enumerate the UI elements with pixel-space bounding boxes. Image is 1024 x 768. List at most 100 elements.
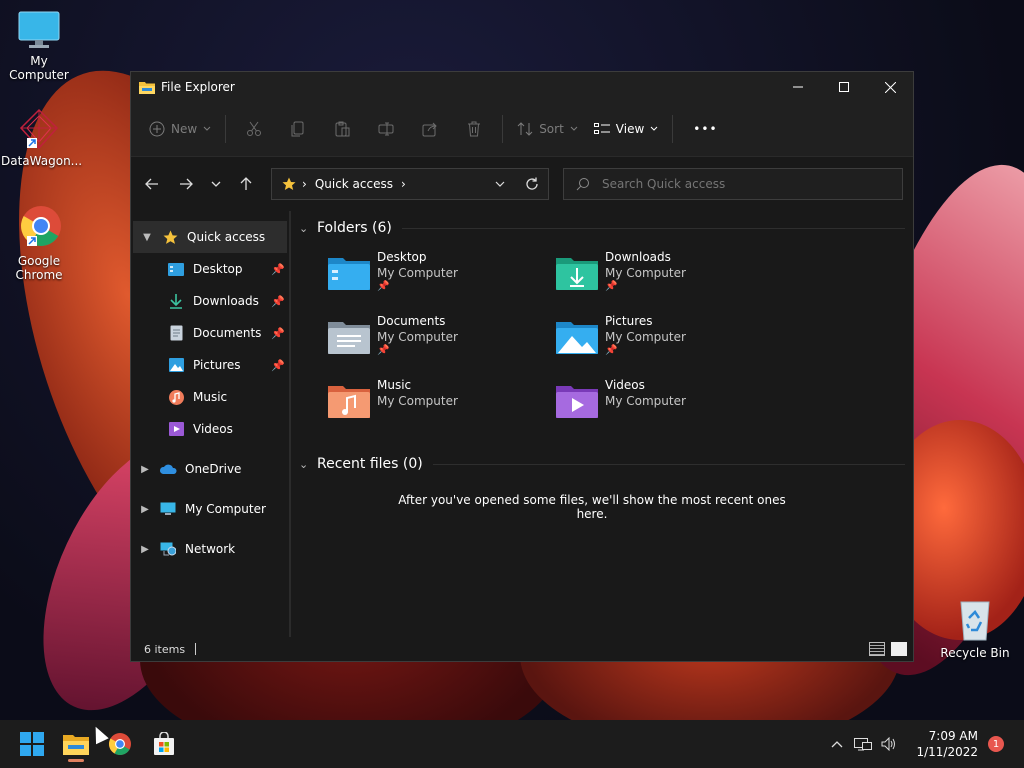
search-icon	[576, 178, 589, 191]
pin-icon: 📌	[271, 326, 285, 340]
folder-tile-downloads[interactable]: Downloads My Computer 📌	[555, 245, 783, 309]
desktop-icon-label: Google Chrome	[15, 254, 63, 282]
sidebar-item-videos[interactable]: Videos	[131, 413, 289, 445]
sidebar-item-downloads[interactable]: Downloads 📌	[131, 285, 289, 317]
folder-tile-desktop[interactable]: Desktop My Computer 📌	[327, 245, 555, 309]
recent-locations-button[interactable]	[203, 168, 229, 200]
sidebar-item-music[interactable]: Music	[131, 381, 289, 413]
folder-name: Pictures	[605, 314, 653, 328]
more-options-button[interactable]: •••	[679, 113, 731, 145]
pin-icon: 📌	[271, 294, 285, 308]
refresh-button[interactable]	[516, 177, 548, 191]
sidebar-item-my-computer[interactable]: ▶ My Computer	[131, 493, 289, 525]
breadcrumb-quick-access[interactable]: Quick access	[315, 177, 393, 191]
chevron-right-icon[interactable]: ▶	[137, 504, 153, 515]
taskbar-chrome[interactable]	[100, 724, 140, 764]
folders-section-header[interactable]: ⌄ Folders (6)	[299, 211, 905, 245]
search-input[interactable]	[600, 176, 884, 192]
folder-icon	[63, 735, 89, 755]
desktop-icon-google-chrome[interactable]: Google Chrome	[1, 204, 77, 282]
sidebar-item-quick-access[interactable]: ▼ Quick access	[133, 221, 287, 253]
address-history-button[interactable]	[484, 177, 516, 191]
sidebar-item-network[interactable]: ▶ Network	[131, 533, 289, 565]
monitor-icon	[18, 11, 60, 48]
taskbar-microsoft-store[interactable]	[144, 724, 184, 764]
recent-files-section-header[interactable]: ⌄ Recent files (0)	[299, 447, 905, 481]
folder-tile-music[interactable]: Music My Computer	[327, 373, 555, 437]
delete-button[interactable]	[460, 113, 488, 145]
chevron-down-icon[interactable]: ⌄	[299, 458, 311, 471]
pin-icon: 📌	[377, 281, 390, 292]
forward-button[interactable]	[169, 168, 203, 200]
desktop-icon-my-computer[interactable]: My Computer	[1, 10, 77, 82]
up-button[interactable]	[229, 168, 263, 200]
arrow-up-icon	[240, 177, 252, 190]
copy-button[interactable]	[284, 113, 312, 145]
chevron-right-icon[interactable]: ▶	[137, 544, 153, 555]
details-view-button[interactable]	[869, 642, 885, 656]
toolbar-divider	[502, 115, 504, 143]
chevron-right-icon[interactable]: ▶	[137, 464, 153, 475]
store-icon	[154, 732, 174, 755]
chevron-down-icon[interactable]: ▼	[139, 232, 155, 243]
minimize-icon	[793, 86, 803, 88]
documents-folder-icon	[328, 322, 370, 354]
desktop-icon-datawagon[interactable]: DataWagon...	[1, 108, 82, 168]
large-icons-view-button[interactable]	[891, 642, 907, 656]
chevron-down-icon	[495, 181, 505, 187]
view-button[interactable]: View	[586, 113, 666, 145]
pin-icon: 📌	[605, 281, 618, 292]
sidebar-item-desktop[interactable]: Desktop 📌	[131, 253, 289, 285]
desktop-icon-label: Recycle Bin	[940, 646, 1010, 660]
back-button[interactable]	[135, 168, 169, 200]
share-button[interactable]	[416, 113, 444, 145]
minimize-button[interactable]	[775, 72, 821, 102]
view-button-label: View	[615, 122, 645, 136]
chevron-down-icon[interactable]: ⌄	[299, 222, 311, 235]
explorer-body: ▼ Quick access Desktop 📌 Downloads 📌 Doc…	[131, 211, 913, 637]
folder-name: Desktop	[377, 250, 427, 264]
arrow-right-icon	[180, 178, 193, 190]
music-icon	[168, 389, 184, 405]
windows-logo-icon	[20, 732, 44, 756]
sidebar-item-label: Music	[193, 390, 228, 404]
close-button[interactable]	[867, 72, 913, 102]
sidebar-item-label: Downloads	[193, 294, 259, 308]
copy-icon	[291, 121, 304, 137]
folder-name: Downloads	[605, 250, 671, 264]
volume-button[interactable]	[876, 737, 902, 751]
system-tray: 7:09 AM 1/11/2022 1	[824, 720, 1024, 768]
sidebar-item-onedrive[interactable]: ▶ OneDrive	[131, 453, 289, 485]
folder-tile-videos[interactable]: Videos My Computer	[555, 373, 783, 437]
sort-button[interactable]: Sort	[509, 113, 586, 145]
paste-button[interactable]	[328, 113, 356, 145]
chevron-down-icon	[211, 181, 221, 187]
network-status-button[interactable]	[850, 736, 876, 752]
sidebar-item-documents[interactable]: Documents 📌	[131, 317, 289, 349]
maximize-button[interactable]	[821, 72, 867, 102]
sidebar-item-pictures[interactable]: Pictures 📌	[131, 349, 289, 381]
folder-tile-documents[interactable]: Documents My Computer 📌	[327, 309, 555, 373]
folder-location: My Computer	[605, 330, 686, 344]
show-hidden-icons-button[interactable]	[824, 740, 850, 748]
rename-button[interactable]	[372, 113, 400, 145]
recent-files-heading: Recent files (0)	[317, 456, 423, 472]
item-count: 6 items	[144, 642, 186, 656]
network-icon	[854, 738, 873, 751]
arrow-left-icon	[145, 178, 158, 190]
desktop-icon-recycle-bin[interactable]: Recycle Bin	[937, 598, 1013, 660]
clock[interactable]: 7:09 AM 1/11/2022	[916, 728, 978, 760]
address-bar[interactable]: › Quick access ›	[271, 168, 549, 200]
monitor-icon	[160, 502, 176, 515]
speaker-icon	[881, 737, 896, 751]
folder-tile-pictures[interactable]: Pictures My Computer 📌	[555, 309, 783, 373]
search-box[interactable]	[563, 168, 903, 200]
cut-button[interactable]	[240, 113, 268, 145]
taskbar: 7:09 AM 1/11/2022 1	[0, 720, 1024, 768]
notification-badge[interactable]: 1	[988, 736, 1004, 752]
start-button[interactable]	[12, 724, 52, 764]
new-button[interactable]: New	[141, 113, 219, 145]
title-bar[interactable]: File Explorer	[131, 72, 913, 102]
chevron-up-icon	[832, 741, 843, 748]
videos-folder-icon	[556, 386, 598, 418]
